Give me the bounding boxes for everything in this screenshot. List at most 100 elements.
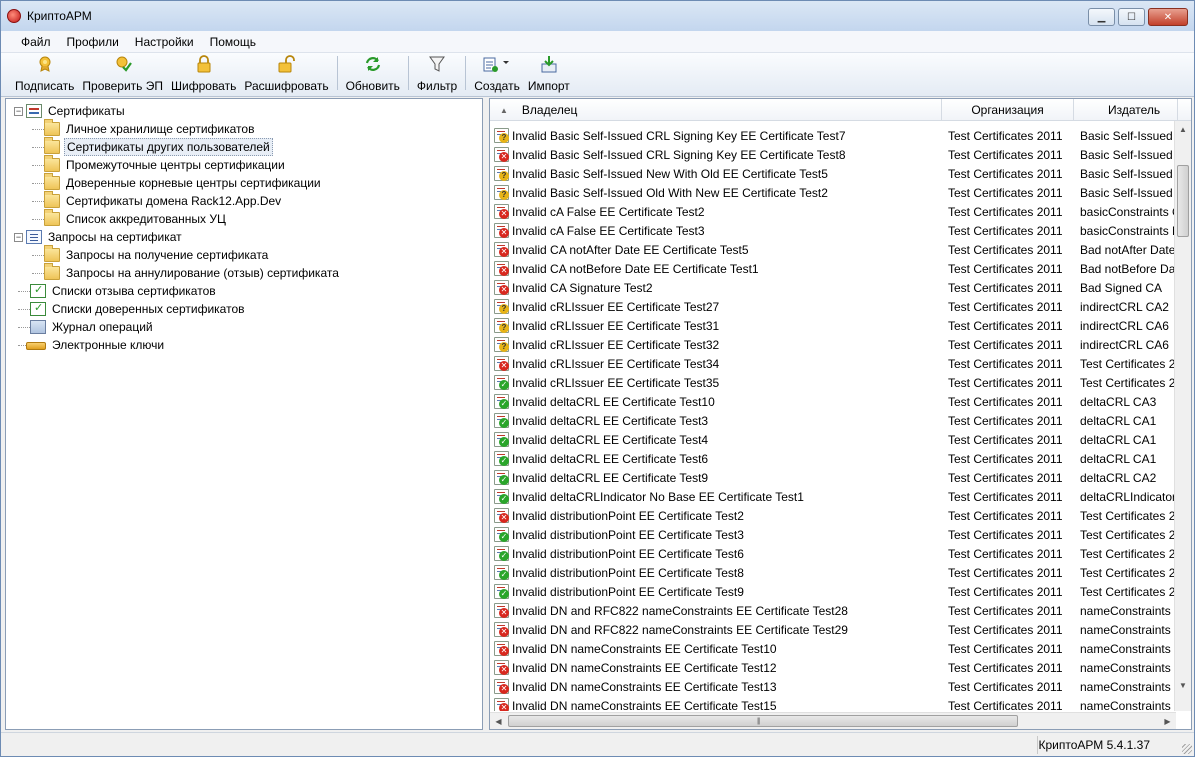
- certificate-invalid-icon: ✕: [494, 261, 509, 276]
- tree-item-issuance-requests[interactable]: Запросы на получение сертификата: [6, 245, 482, 264]
- table-row[interactable]: ✕ Invalid cA False EE Certificate Test3 Te…: [490, 221, 1176, 240]
- table-row[interactable]: ✓ Invalid deltaCRL EE Certificate Test9 Te…: [490, 468, 1176, 487]
- table-row[interactable]: ✓ Invalid deltaCRLIndicator No Base EE Ce…: [490, 487, 1176, 506]
- tree-item-personal-store[interactable]: Личное хранилище сертификатов: [6, 119, 482, 138]
- create-button[interactable]: Создать: [470, 55, 524, 93]
- encrypt-button[interactable]: Шифровать: [167, 55, 240, 93]
- navigation-tree[interactable]: − Сертификаты Личное хранилище сертифика…: [5, 98, 483, 730]
- table-row[interactable]: ✕ Invalid CA notAfter Date EE Certificate…: [490, 240, 1176, 259]
- scroll-thumb[interactable]: |||: [508, 715, 1018, 727]
- table-row[interactable]: ✓ Invalid cRLIssuer EE Certificate Test35…: [490, 373, 1176, 392]
- tree-item-electronic-keys[interactable]: Электронные ключи: [6, 336, 482, 354]
- table-row[interactable]: ? Invalid cRLIssuer EE Certificate Test27…: [490, 297, 1176, 316]
- table-row[interactable]: ✕ Invalid Basic Self-Issued CRL Signing K…: [490, 145, 1176, 164]
- verify-signature-button[interactable]: Проверить ЭП: [78, 55, 167, 93]
- owner-text: Invalid cA False EE Certificate Test2: [512, 204, 705, 219]
- table-row[interactable]: ✓ Invalid deltaCRL EE Certificate Test3 Te…: [490, 411, 1176, 430]
- resize-grip-icon[interactable]: [1182, 744, 1192, 754]
- column-header-organization[interactable]: Организация: [942, 99, 1074, 121]
- table-row[interactable]: ✓ Invalid deltaCRL EE Certificate Test6 Te…: [490, 449, 1176, 468]
- title-bar[interactable]: КриптоАРМ ▁ ☐ ✕: [1, 1, 1194, 31]
- tree-item-certificates[interactable]: − Сертификаты: [6, 102, 482, 120]
- refresh-button[interactable]: Обновить: [342, 55, 404, 93]
- tree-item-certificate-requests[interactable]: − Запросы на сертификат: [6, 228, 482, 246]
- scroll-left-icon[interactable]: ◀: [490, 713, 507, 729]
- tree-item-intermediate-ca[interactable]: Промежуточные центры сертификации: [6, 155, 482, 174]
- menu-profiles[interactable]: Профили: [59, 35, 127, 49]
- maximize-icon: ☐: [1127, 11, 1136, 23]
- table-row[interactable]: ✕ Invalid DN nameConstraints EE Certifica…: [490, 677, 1176, 696]
- certificate-list[interactable]: ▲ Владелец Организация Издатель ? Invalid…: [489, 98, 1192, 730]
- folder-icon: [44, 209, 60, 226]
- column-header-issuer[interactable]: Издатель: [1074, 99, 1178, 121]
- cell-issuer: indirectCRL CA6: [1080, 337, 1169, 352]
- owner-text: Invalid Basic Self-Issued CRL Signing Ke…: [512, 128, 846, 143]
- scroll-down-icon[interactable]: ▼: [1175, 677, 1191, 694]
- cell-owner: ✓ Invalid distributionPoint EE Certificat…: [490, 546, 942, 561]
- table-row[interactable]: ✓ Invalid distributionPoint EE Certificat…: [490, 544, 1176, 563]
- table-row[interactable]: ✓ Invalid distributionPoint EE Certificat…: [490, 563, 1176, 582]
- certificate-invalid-icon: ✕: [494, 698, 509, 711]
- close-button[interactable]: ✕: [1148, 8, 1188, 26]
- tree-item-revocation-requests[interactable]: Запросы на аннулирование (отзыв) сертифи…: [6, 263, 482, 282]
- owner-text: Invalid Basic Self-Issued Old With New E…: [512, 185, 828, 200]
- cell-issuer: basicConstraints C: [1080, 204, 1176, 219]
- import-button[interactable]: Импорт: [524, 55, 574, 93]
- table-row[interactable]: ✕ Invalid CA notBefore Date EE Certificat…: [490, 259, 1176, 278]
- certificate-valid-icon: ✓: [494, 432, 509, 447]
- sign-seal-icon: [36, 55, 54, 73]
- table-row[interactable]: ✓ Invalid distributionPoint EE Certificat…: [490, 525, 1176, 544]
- table-row[interactable]: ? Invalid Basic Self-Issued New With Old …: [490, 164, 1176, 183]
- scroll-up-icon[interactable]: ▲: [1175, 121, 1191, 138]
- scroll-right-icon[interactable]: ▶: [1159, 713, 1176, 729]
- certificate-valid-icon: ✓: [494, 394, 509, 409]
- table-row[interactable]: ✕ Invalid CA Signature Test2 Test Certific…: [490, 278, 1176, 297]
- table-row[interactable]: ✕ Invalid DN and RFC822 nameConstraints E…: [490, 601, 1176, 620]
- cell-organization: Test Certificates 2011: [948, 565, 1063, 580]
- cell-owner: ✓ Invalid distributionPoint EE Certificat…: [490, 584, 942, 599]
- column-header-owner[interactable]: ▲ Владелец: [490, 99, 942, 121]
- table-row[interactable]: ✕ Invalid distributionPoint EE Certificat…: [490, 506, 1176, 525]
- table-row[interactable]: ✕ Invalid cRLIssuer EE Certificate Test34…: [490, 354, 1176, 373]
- tree-item-ctl[interactable]: Списки доверенных сертификатов: [6, 300, 482, 318]
- table-row[interactable]: ? Invalid Basic Self-Issued Old With New …: [490, 183, 1176, 202]
- horizontal-scrollbar[interactable]: ◀ ||| ▶: [490, 712, 1176, 729]
- table-row[interactable]: ? Invalid Basic Self-Issued CRL Signing K…: [490, 126, 1176, 145]
- owner-text: Invalid distributionPoint EE Certificate…: [512, 565, 744, 580]
- tree-item-accredited-ca-list[interactable]: Список аккредитованных УЦ: [6, 209, 482, 228]
- table-row[interactable]: ✕ Invalid DN nameConstraints EE Certifica…: [490, 639, 1176, 658]
- tree-item-trusted-root-ca[interactable]: Доверенные корневые центры сертификации: [6, 173, 482, 192]
- collapse-toggle[interactable]: −: [14, 106, 23, 116]
- owner-text: Invalid distributionPoint EE Certificate…: [512, 546, 744, 561]
- table-row[interactable]: ✕ Invalid cA False EE Certificate Test2 Te…: [490, 202, 1176, 221]
- minimize-button[interactable]: ▁: [1088, 8, 1115, 26]
- cell-owner: ✕ Invalid distributionPoint EE Certificat…: [490, 508, 942, 523]
- table-row[interactable]: ✕ Invalid DN nameConstraints EE Certifica…: [490, 658, 1176, 677]
- table-row[interactable]: ✕ Invalid DN nameConstraints EE Certifica…: [490, 696, 1176, 711]
- tree-item-domain-certificates[interactable]: Сертификаты домена Rack12.App.Dev: [6, 191, 482, 210]
- tree-item-label: Промежуточные центры сертификации: [66, 158, 285, 172]
- menu-file[interactable]: Файл: [13, 35, 59, 49]
- sign-button[interactable]: Подписать: [11, 55, 78, 93]
- tree-item-label: Журнал операций: [52, 320, 153, 334]
- cell-organization: Test Certificates 2011: [948, 451, 1063, 466]
- table-row[interactable]: ? Invalid cRLIssuer EE Certificate Test31…: [490, 316, 1176, 335]
- tree-item-other-users-certificates[interactable]: Сертификаты других пользователей: [6, 137, 482, 156]
- tree-item-crl[interactable]: Списки отзыва сертификатов: [6, 282, 482, 300]
- table-row[interactable]: ✓ Invalid distributionPoint EE Certificat…: [490, 582, 1176, 601]
- decrypt-button[interactable]: Расшифровать: [240, 55, 332, 93]
- table-row[interactable]: ✕ Invalid DN and RFC822 nameConstraints E…: [490, 620, 1176, 639]
- table-row[interactable]: ? Invalid cRLIssuer EE Certificate Test32…: [490, 335, 1176, 354]
- tree-item-label: Сертификаты: [48, 104, 125, 118]
- table-row[interactable]: ✓ Invalid deltaCRL EE Certificate Test10 T…: [490, 392, 1176, 411]
- collapse-toggle[interactable]: −: [14, 232, 23, 242]
- scroll-thumb[interactable]: [1177, 165, 1189, 237]
- tree-item-label: Электронные ключи: [52, 338, 165, 352]
- vertical-scrollbar[interactable]: ▲ ▼: [1174, 121, 1191, 711]
- tree-item-operations-log[interactable]: Журнал операций: [6, 318, 482, 336]
- menu-settings[interactable]: Настройки: [127, 35, 202, 49]
- menu-help[interactable]: Помощь: [202, 35, 264, 49]
- maximize-button[interactable]: ☐: [1118, 8, 1145, 26]
- table-row[interactable]: ✓ Invalid deltaCRL EE Certificate Test4 Te…: [490, 430, 1176, 449]
- filter-button[interactable]: Фильтр: [413, 55, 461, 93]
